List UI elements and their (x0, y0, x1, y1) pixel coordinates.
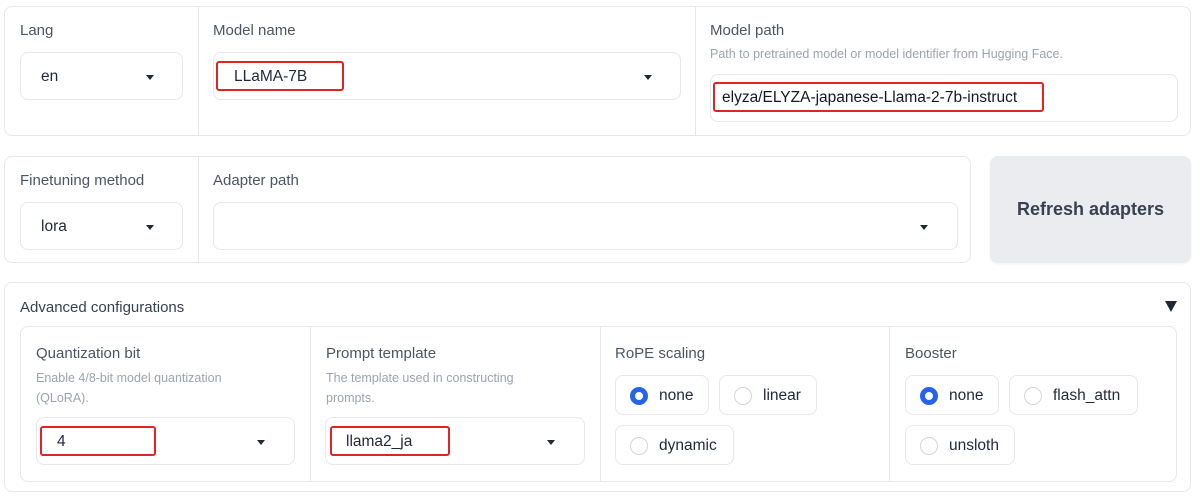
booster-label: Booster (905, 345, 957, 362)
prompt-template-info-2: prompts. (326, 391, 375, 405)
chevron-down-icon (644, 75, 652, 80)
booster-option-none-label: none (949, 387, 984, 404)
finetuning-select[interactable]: lora (20, 202, 183, 250)
rope-option-linear-label: linear (763, 387, 801, 404)
booster-option-unsloth[interactable]: unsloth (905, 425, 1015, 465)
refresh-adapters-button[interactable]: Refresh adapters (990, 156, 1191, 263)
booster-option-none[interactable]: none (905, 375, 999, 415)
adapter-path-label: Adapter path (213, 172, 299, 189)
advanced-group: Quantization bit Enable 4/8-bit model qu… (20, 326, 1177, 482)
lang-label: Lang (20, 22, 54, 39)
prompt-template-value: llama2_ja (346, 433, 413, 450)
radio-checked-icon (630, 387, 648, 405)
booster-option-flash-attn[interactable]: flash_attn (1009, 375, 1138, 415)
rope-option-none-label: none (659, 387, 694, 404)
prompt-template-info-1: The template used in constructing (326, 371, 514, 385)
radio-checked-icon (920, 387, 938, 405)
model-path-info: Path to pretrained model or model identi… (710, 47, 1063, 61)
adapter-path-cell: Adapter path (198, 157, 972, 262)
model-path-input-box[interactable] (710, 74, 1178, 122)
prompt-template-cell: Prompt template The template used in con… (310, 327, 600, 481)
lang-select[interactable]: en (20, 52, 183, 100)
lang-value: en (41, 68, 59, 85)
chevron-down-icon (146, 75, 154, 80)
model-path-cell: Model path Path to pretrained model or m… (695, 7, 1192, 135)
model-panel: Lang en Model name LLaMA-7B Model path P… (4, 6, 1191, 136)
quantization-select[interactable]: 4 (36, 417, 295, 465)
model-path-label: Model path (710, 22, 785, 39)
prompt-template-select[interactable]: llama2_ja (325, 417, 585, 465)
quantization-value: 4 (57, 433, 66, 450)
rope-option-dynamic[interactable]: dynamic (615, 425, 734, 465)
radio-unchecked-icon (920, 437, 938, 455)
quantization-info-1: Enable 4/8-bit model quantization (36, 371, 222, 385)
booster-option-unsloth-label: unsloth (949, 437, 999, 454)
lang-cell: Lang en (5, 7, 198, 135)
quantization-info-2: (QLoRA). (36, 391, 89, 405)
rope-option-dynamic-label: dynamic (659, 437, 717, 454)
model-name-select[interactable]: LLaMA-7B (213, 52, 681, 100)
rope-scaling-label: RoPE scaling (615, 345, 706, 362)
model-path-input[interactable] (722, 75, 1164, 121)
prompt-template-label: Prompt template (326, 345, 437, 362)
finetuning-cell: Finetuning method lora (5, 157, 198, 262)
booster-option-flash-attn-label: flash_attn (1053, 387, 1121, 404)
radio-unchecked-icon (734, 387, 752, 405)
quantization-label: Quantization bit (36, 345, 141, 362)
rope-scaling-cell: RoPE scaling none linear dynamic (600, 327, 889, 481)
model-name-cell: Model name LLaMA-7B (198, 7, 695, 135)
radio-unchecked-icon (1024, 387, 1042, 405)
adapter-panel: Finetuning method lora Adapter path (4, 156, 971, 263)
model-name-value: LLaMA-7B (234, 68, 308, 85)
chevron-down-icon (257, 440, 265, 445)
chevron-down-icon (920, 225, 928, 230)
advanced-title[interactable]: Advanced configurations (20, 299, 184, 316)
rope-option-linear[interactable]: linear (719, 375, 817, 415)
chevron-down-icon (547, 440, 555, 445)
advanced-accordion: Advanced configurations Quantization bit… (4, 282, 1191, 492)
radio-unchecked-icon (630, 437, 648, 455)
booster-cell: Booster none flash_attn unsloth (889, 327, 1178, 481)
rope-option-none[interactable]: none (615, 375, 709, 415)
chevron-down-icon (146, 225, 154, 230)
finetuning-value: lora (41, 218, 67, 235)
adapter-path-select[interactable] (213, 202, 958, 250)
finetuning-label: Finetuning method (20, 172, 145, 189)
quantization-cell: Quantization bit Enable 4/8-bit model qu… (21, 327, 310, 481)
collapse-triangle-icon[interactable] (1165, 301, 1177, 312)
model-name-label: Model name (213, 22, 296, 39)
